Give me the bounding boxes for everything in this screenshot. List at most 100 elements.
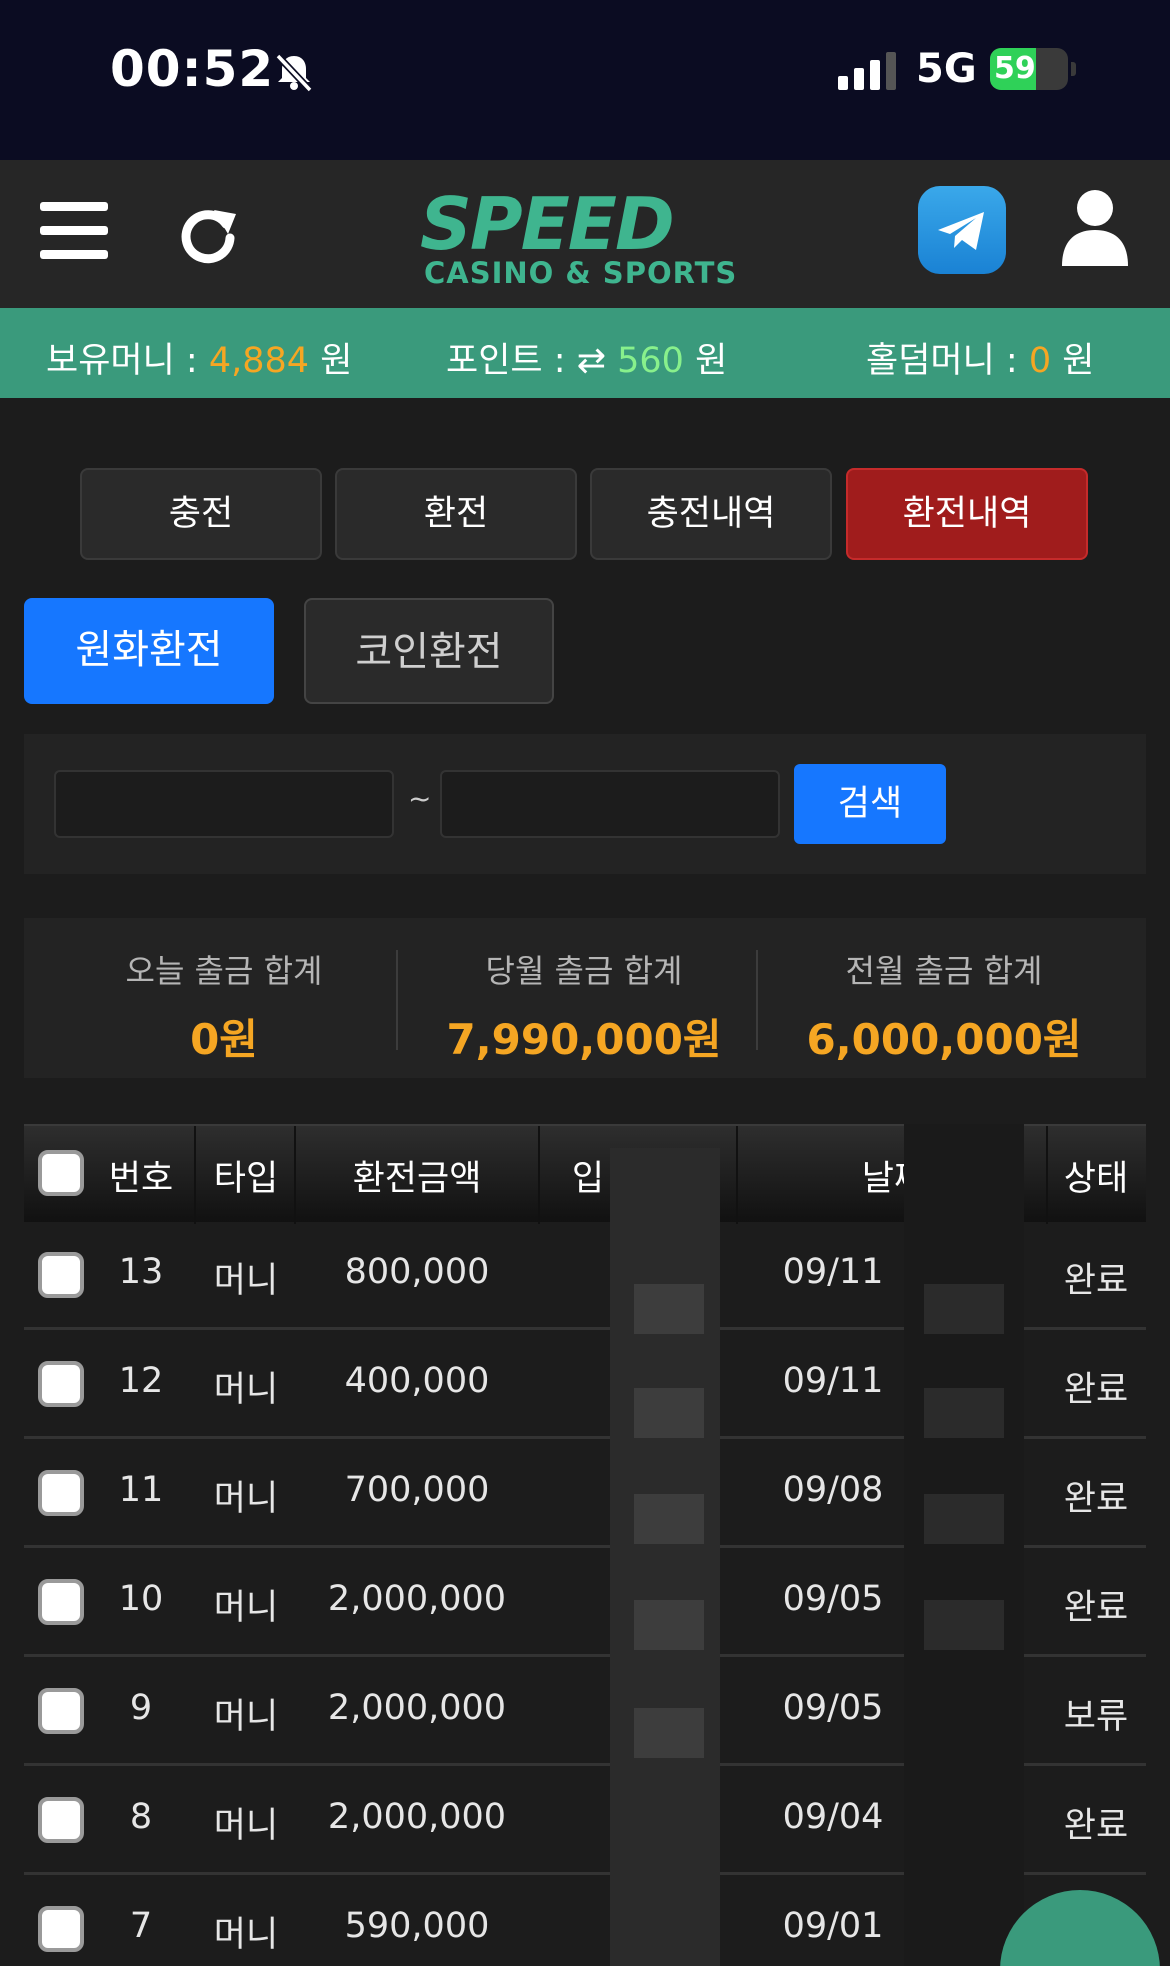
search-panel: ~ 검색 [24,734,1146,874]
status-bar: 00:52 5G 59 [0,0,1170,160]
row-checkbox[interactable] [38,1688,84,1734]
header-no: 번호 [108,1159,174,1199]
holdem-label: 홀덤머니 : [866,341,1018,381]
battery-percent: 59 [994,51,1036,86]
cell-type: 머니 [213,1697,279,1737]
tab-coin-exchange[interactable]: 코인환전 [304,598,554,704]
point-info[interactable]: 포인트 : ⇄ 560 원 [446,332,727,383]
money-bar: 보유머니 : 4,884 원 포인트 : ⇄ 560 원 홀덤머니 : 0 원 [0,308,1170,398]
redacted-block [924,1388,1004,1438]
cell-no: 12 [118,1361,164,1401]
header-deposit: 입 [571,1159,605,1199]
cell-status: 완료 [1063,1806,1129,1846]
cell-date: 09/11 [782,1252,884,1292]
summary-month: 당월 출금 합계 7,990,000원 [404,946,764,1067]
select-all-checkbox[interactable] [38,1150,84,1196]
header-amount: 환전금액 [352,1159,482,1199]
redacted-block [924,1284,1004,1334]
bell-muted-icon [275,53,313,93]
logo-main: SPEED [420,182,675,266]
cell-status: 완료 [1063,1370,1129,1410]
summary-month-label: 당월 출금 합계 [485,952,683,990]
row-checkbox[interactable] [38,1579,84,1625]
summary-last-month-label: 전월 출금 합계 [845,952,1043,990]
point-unit: 원 [695,341,728,381]
summary-today-value: 0원 [190,1015,258,1064]
holdem-info: 홀덤머니 : 0 원 [866,332,1094,383]
cell-no: 9 [129,1688,153,1728]
telegram-icon[interactable] [918,186,1006,274]
holdem-value: 0 [1028,341,1052,381]
logo-sub: CASINO & SPORTS [424,256,738,290]
cell-no: 13 [118,1252,164,1292]
cell-amount: 700,000 [344,1470,490,1510]
withdraw-summary: 오늘 출금 합계 0원 당월 출금 합계 7,990,000원 전월 출금 합계… [24,918,1146,1078]
exchange-arrows-icon[interactable]: ⇄ [577,341,606,381]
cell-date: 09/04 [782,1797,884,1837]
redacted-block [634,1284,704,1334]
cell-type: 머니 [213,1588,279,1628]
cell-status: 보류 [1063,1697,1129,1737]
search-button[interactable]: 검색 [794,764,946,844]
cell-date: 09/11 [782,1361,884,1401]
cell-type: 머니 [213,1370,279,1410]
tab-charge[interactable]: 충전 [80,468,322,560]
balance-label: 보유머니 : [46,341,198,381]
redacted-block [634,1600,704,1650]
cell-type: 머니 [213,1261,279,1301]
cell-no: 8 [129,1797,153,1837]
redacted-block [634,1388,704,1438]
tab-exchange[interactable]: 환전 [335,468,577,560]
row-checkbox[interactable] [38,1906,84,1952]
row-checkbox[interactable] [38,1252,84,1298]
balance-info: 보유머니 : 4,884 원 [46,332,352,383]
battery-icon: 59 [990,48,1076,90]
tab-krw-exchange[interactable]: 원화환전 [24,598,274,704]
app-header: SPEED CASINO & SPORTS [0,160,1170,308]
signal-icon [838,52,896,90]
refresh-icon[interactable] [176,202,240,266]
balance-unit: 원 [320,341,353,381]
row-checkbox[interactable] [38,1797,84,1843]
summary-last-month: 전월 출금 합계 6,000,000원 [764,946,1124,1067]
date-to-input[interactable] [440,770,780,838]
cell-no: 10 [118,1579,164,1619]
cell-type: 머니 [213,1915,279,1955]
history-table: 번호 타입 환전금액 입 날짜 상태 13 머니 800,000 09/11 완료 12 머… [24,1124,1146,1966]
menu-icon[interactable] [40,202,108,260]
cell-type: 머니 [213,1479,279,1519]
cell-no: 7 [129,1906,153,1946]
summary-last-month-value: 6,000,000원 [806,1015,1082,1064]
network-label: 5G [916,46,977,92]
user-icon[interactable] [1060,188,1130,268]
redacted-column [904,1124,1024,1966]
tab-charge-history[interactable]: 충전내역 [590,468,832,560]
redacted-column [610,1148,720,1966]
cell-status: 완료 [1063,1261,1129,1301]
summary-month-value: 7,990,000원 [446,1015,722,1064]
cell-status: 완료 [1063,1588,1129,1628]
point-label: 포인트 : [446,341,566,381]
cell-type: 머니 [213,1806,279,1846]
cell-amount: 2,000,000 [327,1797,507,1837]
cell-date: 09/01 [782,1906,884,1946]
summary-today: 오늘 출금 합계 0원 [44,946,404,1067]
row-checkbox[interactable] [38,1361,84,1407]
cell-date: 09/08 [782,1470,884,1510]
cell-no: 11 [118,1470,164,1510]
cell-amount: 800,000 [344,1252,490,1292]
cell-status: 완료 [1063,1479,1129,1519]
holdem-unit: 원 [1062,341,1095,381]
row-checkbox[interactable] [38,1470,84,1516]
tab-exchange-history[interactable]: 환전내역 [846,468,1088,560]
date-from-input[interactable] [54,770,394,838]
cell-date: 09/05 [782,1579,884,1619]
status-time: 00:52 [110,40,275,98]
cell-amount: 2,000,000 [327,1579,507,1619]
point-value: 560 [617,341,684,381]
summary-divider [396,950,398,1050]
date-separator: ~ [408,782,432,815]
logo[interactable]: SPEED CASINO & SPORTS [420,182,750,294]
summary-divider [756,950,758,1050]
cell-amount: 590,000 [344,1906,490,1946]
